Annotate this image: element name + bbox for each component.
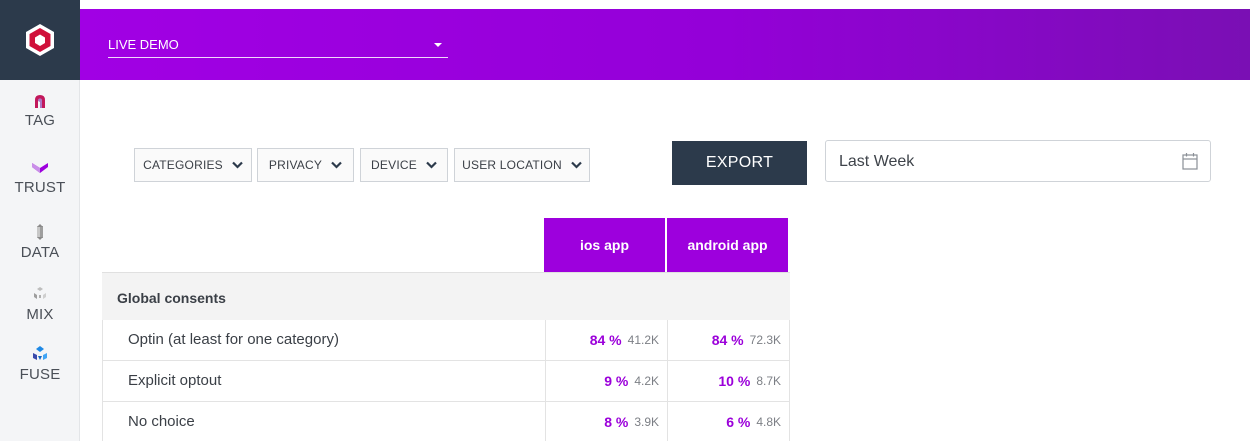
sidebar-item-trust[interactable]: TRUST (0, 160, 80, 196)
categories-filter[interactable]: CATEGORIES (134, 148, 252, 182)
date-range-value: Last Week (839, 153, 915, 170)
sidebar-item-tag[interactable]: TAG (0, 93, 80, 129)
trust-icon (32, 163, 48, 173)
logo-icon (26, 24, 54, 56)
user-location-filter[interactable]: USER LOCATION (454, 148, 590, 182)
sidebar-item-fuse[interactable]: FUSE (0, 345, 80, 383)
group-label: Global consents (117, 290, 226, 306)
site-select-value: LIVE DEMO (108, 37, 179, 52)
table-row: Optin (at least for one category) 84 % 4… (102, 320, 790, 361)
privacy-filter-label: PRIVACY (268, 158, 323, 172)
export-button[interactable]: EXPORT (672, 141, 807, 185)
column-header-ios-app[interactable]: ios app (544, 218, 665, 272)
cell-percent: 9 % (604, 373, 629, 389)
fuse-icon (33, 346, 47, 360)
cell-count: 72.3K (749, 333, 781, 347)
sidebar-item-mix[interactable]: MIX (0, 285, 80, 323)
row-label: Explicit optout (128, 372, 222, 389)
table-row: No choice 8 % 3.9K 6 % 4.8K (102, 402, 790, 441)
calendar-icon[interactable] (1182, 152, 1198, 170)
data-icon (37, 224, 43, 240)
user-location-filter-label: USER LOCATION (462, 158, 562, 172)
table-cell: 6 % 4.8K (667, 402, 788, 441)
cell-percent: 10 % (718, 373, 751, 389)
top-header: LIVE DEMO (80, 9, 1250, 80)
chevron-down-icon (331, 161, 342, 169)
sidebar-item-label: TAG (24, 112, 56, 129)
sidebar-item-data[interactable]: DATA (0, 223, 80, 261)
caret-down-icon (434, 43, 442, 47)
cell-count: 4.8K (756, 415, 781, 429)
chevron-down-icon (571, 161, 582, 169)
sidebar-item-label: DATA (20, 244, 60, 261)
table-cell: 8 % 3.9K (545, 402, 666, 441)
row-label: Optin (at least for one category) (128, 331, 339, 348)
table-cell: 10 % 8.7K (667, 361, 788, 401)
cell-percent: 84 % (711, 332, 744, 348)
column-header-android-app[interactable]: android app (667, 218, 788, 272)
date-range-input[interactable]: Last Week (825, 140, 1211, 182)
cell-percent: 6 % (726, 414, 751, 430)
sidebar-item-label: FUSE (19, 366, 61, 383)
site-select[interactable]: LIVE DEMO (108, 31, 448, 58)
privacy-filter[interactable]: PRIVACY (257, 148, 354, 182)
sidebar-item-label: MIX (26, 306, 54, 323)
device-filter[interactable]: DEVICE (360, 148, 448, 182)
cell-percent: 8 % (604, 414, 629, 430)
row-label: No choice (128, 413, 195, 430)
tag-icon (35, 95, 45, 108)
app-logo[interactable] (0, 0, 80, 80)
chevron-down-icon (232, 161, 243, 169)
mix-icon (34, 287, 46, 299)
group-row-global-consents: Global consents (102, 272, 790, 320)
table-cell: 84 % 41.2K (545, 320, 666, 360)
table-row: Explicit optout 9 % 4.2K 10 % 8.7K (102, 361, 790, 402)
chevron-down-icon (426, 161, 437, 169)
device-filter-label: DEVICE (371, 158, 417, 172)
sidebar: TAG TRUST DATA MIX FUSE (0, 0, 80, 441)
categories-filter-label: CATEGORIES (143, 158, 223, 172)
cell-count: 4.2K (634, 374, 659, 388)
cell-percent: 84 % (589, 332, 622, 348)
table-cell: 84 % 72.3K (667, 320, 788, 360)
cell-count: 3.9K (634, 415, 659, 429)
cell-count: 8.7K (756, 374, 781, 388)
sidebar-item-label: TRUST (14, 179, 66, 196)
cell-count: 41.2K (627, 333, 659, 347)
table-cell: 9 % 4.2K (545, 361, 666, 401)
